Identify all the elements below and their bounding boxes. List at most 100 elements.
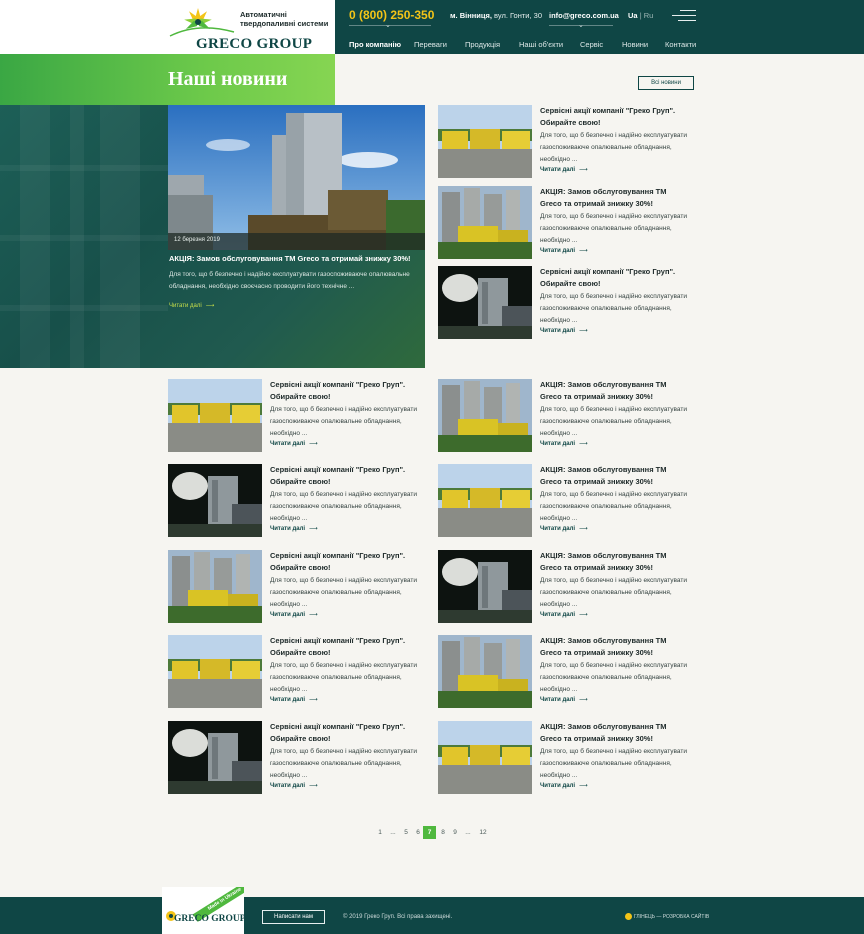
news-title[interactable]: АКЦІЯ: Замов обслуговування ТМ Greco та … <box>540 379 690 403</box>
nav-item-objects[interactable]: Наші об'єкти <box>519 40 563 49</box>
news-card[interactable]: АКЦІЯ: Замов обслуговування ТМ Greco та … <box>438 721 688 796</box>
news-title[interactable]: АКЦІЯ: Замов обслуговування ТМ Greco та … <box>540 635 690 659</box>
arrow-right-icon: ⟶ <box>579 697 588 703</box>
read-more-label: Читати далі <box>540 248 576 254</box>
news-thumbnail[interactable] <box>168 379 262 452</box>
phone-number[interactable]: 0 (800) 250-350 <box>349 8 434 22</box>
footer-logo[interactable]: Made in Ukraine GRECO GROUP <box>162 887 244 934</box>
news-thumbnail[interactable] <box>438 550 532 623</box>
page-link-6[interactable]: 6 <box>413 826 423 839</box>
news-card[interactable]: Сервісні акції компанії "Греко Груп". Об… <box>168 550 418 625</box>
read-more-link[interactable]: Читати далі ⟶ <box>270 525 318 532</box>
featured-news-image[interactable] <box>168 105 425 250</box>
news-title[interactable]: Сервісні акції компанії "Греко Груп". Об… <box>270 379 420 403</box>
email-text: info@greco.com.ua <box>549 11 619 20</box>
read-more-link[interactable]: Читати далі ⟶ <box>540 440 588 447</box>
read-more-label: Читати далі <box>540 328 576 334</box>
read-more-link[interactable]: Читати далі ⟶ <box>540 247 588 254</box>
nav-item-news[interactable]: Новини <box>622 40 648 49</box>
site-logo[interactable]: Автоматичні твердопаливні системи GRECO … <box>168 2 328 52</box>
page-current[interactable]: 7 <box>423 826 436 839</box>
arrow-right-icon: ⟶ <box>579 526 588 532</box>
read-more-link[interactable]: Читати далі ⟶ <box>540 696 588 703</box>
nav-item-about[interactable]: Про компанію <box>349 40 401 49</box>
news-thumbnail[interactable] <box>438 105 532 178</box>
news-card[interactable]: Сервісні акції компанії "Греко Груп". Об… <box>168 721 418 796</box>
news-excerpt: Для того, що б безпечно і надійно експлу… <box>270 662 417 693</box>
news-thumbnail[interactable] <box>168 721 262 794</box>
arrow-right-icon: ⟶ <box>309 441 318 447</box>
nav-item-advantages[interactable]: Переваги <box>414 40 447 49</box>
read-more-link[interactable]: Читати далі ⟶ <box>540 525 588 532</box>
news-thumbnail[interactable] <box>438 186 532 259</box>
news-thumbnail[interactable] <box>438 266 532 339</box>
read-more-label: Читати далі <box>270 612 306 618</box>
read-more-link[interactable]: Читати далі ⟶ <box>270 782 318 789</box>
lang-ru[interactable]: Ru <box>644 11 654 20</box>
read-more-link[interactable]: Читати далі ⟶ <box>270 696 318 703</box>
nav-item-contacts[interactable]: Контакти <box>665 40 696 49</box>
news-thumbnail[interactable] <box>168 635 262 708</box>
email-link[interactable]: info@greco.com.ua <box>549 11 619 20</box>
read-more-link[interactable]: Читати далі ⟶ <box>540 327 588 334</box>
all-news-button[interactable]: Всі новини <box>638 76 694 90</box>
news-thumbnail[interactable] <box>438 635 532 708</box>
news-card[interactable]: Сервісні акції компанії "Греко Груп". Об… <box>168 379 418 454</box>
news-thumbnail[interactable] <box>438 721 532 794</box>
news-card[interactable]: Сервісні акції компанії "Греко Груп". Об… <box>438 266 688 341</box>
page-link-8[interactable]: 8 <box>438 826 448 839</box>
read-more-link[interactable]: Читати далі ⟶ <box>540 782 588 789</box>
news-card[interactable]: АКЦІЯ: Замов обслуговування ТМ Greco та … <box>438 550 688 625</box>
news-title[interactable]: Сервісні акції компанії "Греко Груп". Об… <box>270 464 420 488</box>
menu-burger-icon[interactable] <box>672 10 696 22</box>
email-chevron-down-icon[interactable]: ⌄ <box>578 21 584 29</box>
featured-read-more-link[interactable]: Читати далі ⟶ <box>169 302 214 309</box>
read-more-label: Читати далі <box>270 697 306 703</box>
news-card[interactable]: АКЦІЯ: Замов обслуговування ТМ Greco та … <box>438 464 688 539</box>
news-title[interactable]: Сервісні акції компанії "Греко Груп". Об… <box>270 635 420 659</box>
featured-news-title[interactable]: АКЦІЯ: Замов обслуговування ТМ Greco та … <box>169 254 411 263</box>
lang-ua[interactable]: Ua <box>628 11 638 20</box>
read-more-label: Читати далі <box>540 526 576 532</box>
news-excerpt: Для того, що б безпечно і надійно експлу… <box>540 748 687 779</box>
news-thumbnail[interactable] <box>168 464 262 537</box>
news-card[interactable]: АКЦІЯ: Замов обслуговування ТМ Greco та … <box>438 635 688 710</box>
read-more-link[interactable]: Читати далі ⟶ <box>540 611 588 618</box>
news-thumbnail[interactable] <box>438 464 532 537</box>
news-title[interactable]: Сервісні акції компанії "Греко Груп". Об… <box>540 105 690 129</box>
read-more-link[interactable]: Читати далі ⟶ <box>540 166 588 173</box>
nav-item-service[interactable]: Сервіс <box>580 40 603 49</box>
developer-logo-icon <box>625 913 632 920</box>
copyright-text: © 2019 Греко Груп. Всі права захищені. <box>343 914 453 920</box>
news-thumbnail[interactable] <box>438 379 532 452</box>
news-card[interactable]: АКЦІЯ: Замов обслуговування ТМ Greco та … <box>438 186 688 261</box>
news-card[interactable]: Сервісні акції компанії "Греко Груп". Об… <box>438 105 688 180</box>
page-link-12[interactable]: 12 <box>477 826 489 839</box>
news-title[interactable]: АКЦІЯ: Замов обслуговування ТМ Greco та … <box>540 186 690 210</box>
news-title[interactable]: АКЦІЯ: Замов обслуговування ТМ Greco та … <box>540 721 690 745</box>
read-more-label: Читати далі <box>540 612 576 618</box>
read-more-link[interactable]: Читати далі ⟶ <box>270 611 318 618</box>
news-title[interactable]: АКЦІЯ: Замов обслуговування ТМ Greco та … <box>540 550 690 574</box>
news-card[interactable]: АКЦІЯ: Замов обслуговування ТМ Greco та … <box>438 379 688 454</box>
news-title[interactable]: АКЦІЯ: Замов обслуговування ТМ Greco та … <box>540 464 690 488</box>
read-more-link[interactable]: Читати далі ⟶ <box>270 440 318 447</box>
news-card[interactable]: Сервісні акції компанії "Греко Груп". Об… <box>168 464 418 539</box>
news-title[interactable]: Сервісні акції компанії "Греко Груп". Об… <box>270 550 420 574</box>
news-excerpt: Для того, що б безпечно і надійно експлу… <box>270 577 417 608</box>
page-link-5[interactable]: 5 <box>401 826 411 839</box>
page-link-9[interactable]: 9 <box>450 826 460 839</box>
address-street: вул. Гонти, 30 <box>491 11 543 20</box>
write-us-button[interactable]: Написати нам <box>262 910 325 924</box>
news-thumbnail[interactable] <box>168 550 262 623</box>
arrow-right-icon: ⟶ <box>579 612 588 618</box>
news-card[interactable]: Сервісні акції компанії "Греко Груп". Об… <box>168 635 418 710</box>
read-more-label: Читати далі <box>270 526 306 532</box>
featured-news-excerpt: Для того, що б безпечно і надійно експлу… <box>169 271 410 290</box>
news-title[interactable]: Сервісні акції компанії "Греко Груп". Об… <box>540 266 690 290</box>
phone-chevron-down-icon[interactable]: ⌄ <box>385 21 391 29</box>
nav-item-products[interactable]: Продукція <box>465 40 500 49</box>
news-title[interactable]: Сервісні акції компанії "Греко Груп". Об… <box>270 721 420 745</box>
developer-link[interactable]: ГЛІНЕЦЬ — РОЗРОБКА САЙТІВ <box>625 913 709 920</box>
page-link-1[interactable]: 1 <box>375 826 385 839</box>
